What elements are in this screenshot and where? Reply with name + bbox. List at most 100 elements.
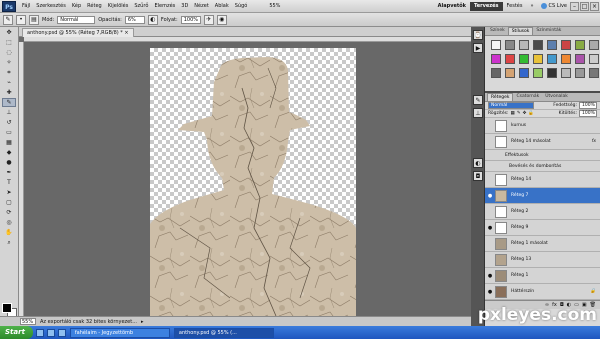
close-icon[interactable]: × xyxy=(590,1,599,11)
effects-row[interactable]: Effektusok xyxy=(485,150,600,161)
layer-name[interactable]: kurnus xyxy=(511,123,526,128)
eye-icon[interactable]: ● xyxy=(485,289,495,295)
layer-effects-icon[interactable]: fx xyxy=(592,139,596,144)
move-tool-icon[interactable]: ✥ xyxy=(2,28,16,37)
layer-opacity-field[interactable]: 100% xyxy=(579,102,597,109)
layer-name[interactable]: Háttérszín xyxy=(511,289,534,294)
style-swatch[interactable] xyxy=(505,54,515,64)
history-panel-icon[interactable]: ⌚ xyxy=(473,30,483,40)
tab-styles[interactable]: Stílusok xyxy=(507,27,534,35)
adjustments-panel-icon[interactable]: ◐ xyxy=(473,158,483,168)
menu-help[interactable]: Súgó xyxy=(232,3,251,9)
masks-panel-icon[interactable]: ◘ xyxy=(473,171,483,181)
blur-tool-icon[interactable]: ◆ xyxy=(2,148,16,157)
crop-tool-icon[interactable]: ⌗ xyxy=(2,68,16,77)
canvas-area[interactable] xyxy=(24,42,471,316)
tab-layers[interactable]: Rétegek xyxy=(487,93,514,101)
actions-panel-icon[interactable]: ▶ xyxy=(473,43,483,53)
layer-name[interactable]: Réteg 13 xyxy=(511,257,531,262)
layer-name[interactable]: Réteg 14 xyxy=(511,177,531,182)
style-swatch[interactable] xyxy=(491,40,501,50)
start-button[interactable]: Start xyxy=(0,326,33,339)
document-tab[interactable]: anthony.psd @ 55% (Réteg 7,RGB/8) * × xyxy=(22,28,134,37)
style-swatch[interactable] xyxy=(561,68,571,78)
eye-icon[interactable]: ● xyxy=(485,273,495,279)
layer-row[interactable]: Réteg 14 másolat fx xyxy=(485,134,600,150)
style-swatch[interactable] xyxy=(547,54,557,64)
maximize-icon[interactable]: □ xyxy=(580,1,589,11)
blend-mode-select[interactable]: Normál xyxy=(488,102,534,109)
type-tool-icon[interactable]: T xyxy=(2,178,16,187)
lock-move-icon[interactable]: ✥ xyxy=(523,111,527,116)
mode-select[interactable]: Normál xyxy=(57,15,96,24)
clone-stamp-tool-icon[interactable]: ⊥ xyxy=(2,108,16,117)
style-swatch[interactable] xyxy=(575,54,585,64)
status-zoom-field[interactable]: 55% xyxy=(20,318,36,325)
layer-row[interactable]: Réteg 13 xyxy=(485,252,600,268)
status-arrow-icon[interactable]: ▸ xyxy=(141,319,144,325)
brush-size-icon[interactable]: • xyxy=(16,14,26,25)
tab-swatches[interactable]: Színminták xyxy=(533,27,564,35)
tab-channels[interactable]: Csatornák xyxy=(513,93,542,101)
zoom-tool-icon[interactable]: ⌕ xyxy=(2,238,16,247)
menu-filter[interactable]: Szűrő xyxy=(131,3,151,9)
zoom-level-menu[interactable]: 55% xyxy=(266,3,283,9)
cs-live-button[interactable]: CS Live xyxy=(538,3,570,9)
style-swatch[interactable] xyxy=(575,68,585,78)
style-swatch[interactable] xyxy=(533,54,543,64)
eye-icon[interactable]: ● xyxy=(485,225,495,231)
tab-close-icon[interactable]: × xyxy=(124,30,128,36)
quicklaunch-media-icon[interactable] xyxy=(57,328,66,337)
quick-select-tool-icon[interactable]: ✧ xyxy=(2,58,16,67)
layer-row[interactable]: Réteg 2 xyxy=(485,204,600,220)
style-swatch[interactable] xyxy=(561,54,571,64)
eraser-tool-icon[interactable]: ▭ xyxy=(2,128,16,137)
style-swatch[interactable] xyxy=(547,40,557,50)
layer-name[interactable]: Réteg 7 xyxy=(511,193,528,198)
airbrush-icon[interactable]: ✈ xyxy=(203,14,214,25)
minimize-icon[interactable]: – xyxy=(570,1,579,11)
menu-edit[interactable]: Szerkesztés xyxy=(33,3,69,9)
brush-tool-icon[interactable]: ✎ xyxy=(2,98,16,107)
style-swatch[interactable] xyxy=(589,68,599,78)
layer-name[interactable]: Réteg 1 másolat xyxy=(511,241,548,246)
style-swatch[interactable] xyxy=(491,68,501,78)
menu-analysis[interactable]: Elemzés xyxy=(151,3,178,9)
tab-paths[interactable]: Útvonalak xyxy=(542,93,571,101)
style-swatch[interactable] xyxy=(505,40,515,50)
brush-panel-icon[interactable]: ▤ xyxy=(29,14,39,25)
lock-all-icon[interactable]: 🔒 xyxy=(528,111,534,116)
layer-row[interactable]: ● Réteg 9 xyxy=(485,220,600,236)
history-brush-tool-icon[interactable]: ↺ xyxy=(2,118,16,127)
style-swatch[interactable] xyxy=(519,40,529,50)
hand-tool-icon[interactable]: ✋ xyxy=(2,228,16,237)
foreground-color-swatch[interactable] xyxy=(2,303,12,313)
opacity-field[interactable]: 6% xyxy=(124,15,145,24)
effect-row[interactable]: Bevésés és domborítás xyxy=(485,161,600,172)
style-swatch[interactable] xyxy=(505,68,515,78)
style-swatch[interactable] xyxy=(561,40,571,50)
style-swatch[interactable] xyxy=(575,40,585,50)
quicklaunch-desktop-icon[interactable] xyxy=(46,328,55,337)
menu-window[interactable]: Ablak xyxy=(212,3,232,9)
style-swatch[interactable] xyxy=(491,54,501,64)
eye-icon[interactable]: ● xyxy=(485,193,495,199)
menu-layer[interactable]: Réteg xyxy=(84,3,105,9)
layer-row[interactable]: ● Háttérszín 🔒 xyxy=(485,284,600,300)
shape-tool-icon[interactable]: ▢ xyxy=(2,198,16,207)
3d-orbit-tool-icon[interactable]: ◎ xyxy=(2,218,16,227)
pen-tool-icon[interactable]: ✒ xyxy=(2,168,16,177)
style-swatch[interactable] xyxy=(519,54,529,64)
layer-name[interactable]: Réteg 14 másolat xyxy=(511,139,551,144)
style-swatch[interactable] xyxy=(547,68,557,78)
marquee-tool-icon[interactable]: ⬚ xyxy=(2,38,16,47)
style-swatch[interactable] xyxy=(589,54,599,64)
layer-row[interactable]: Réteg 14 xyxy=(485,172,600,188)
menu-file[interactable]: Fájl xyxy=(19,3,33,9)
workspace-essentials[interactable]: Alapvetők xyxy=(434,3,470,9)
style-swatch[interactable] xyxy=(519,68,529,78)
layer-row[interactable]: Réteg 1 másolat xyxy=(485,236,600,252)
layer-name[interactable]: Réteg 1 xyxy=(511,273,528,278)
workspace-painting[interactable]: Festés xyxy=(503,3,527,9)
lock-transparent-icon[interactable]: ▦ xyxy=(511,111,515,116)
